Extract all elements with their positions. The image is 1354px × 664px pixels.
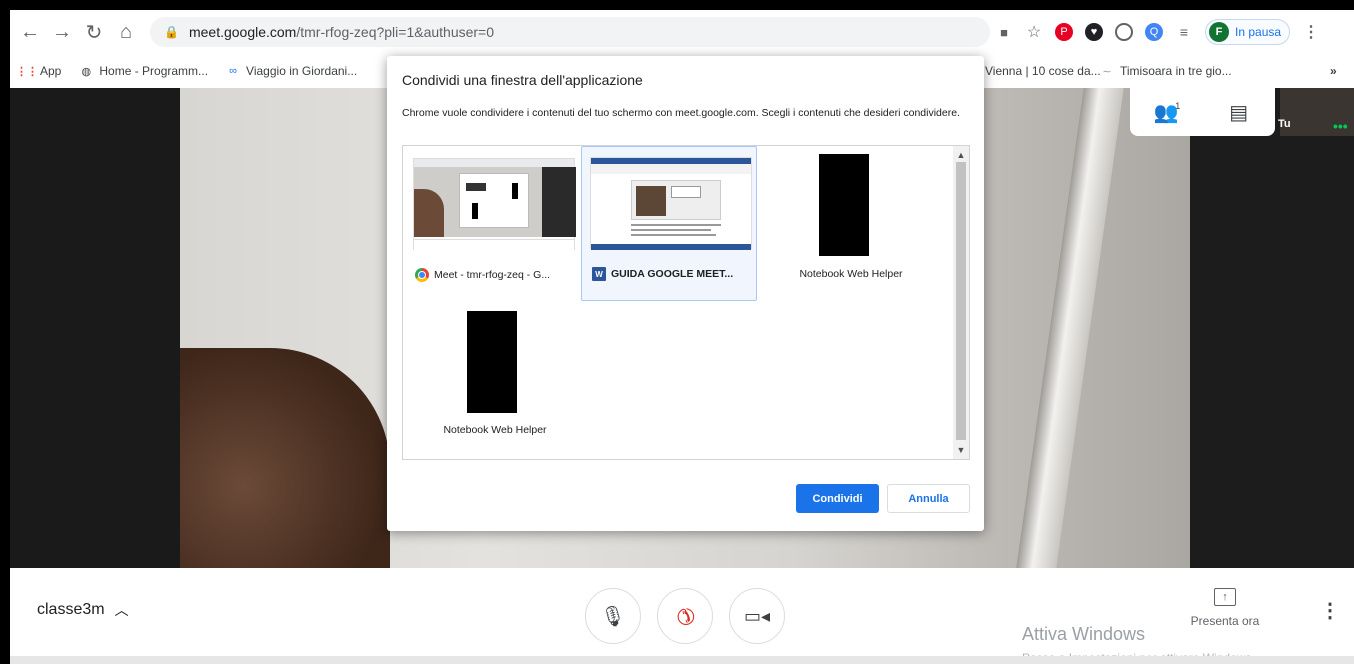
scroll-down-icon[interactable]: ▼ [953,443,969,457]
bookmark-label: Vienna | 10 cose da... [985,64,1101,78]
meeting-name: classe3m [37,601,105,618]
bookmark-label: App [40,64,62,78]
dialog-description: Chrome vuole condividere i contenuti del… [402,107,960,119]
window-tile-word[interactable]: W GUIDA GOOGLE MEET... [581,146,757,301]
word-icon: W [592,267,606,281]
window-thumbnail [590,157,752,250]
profile-status: In pausa [1235,25,1282,39]
self-label: Tu [1278,118,1291,130]
camera-icon[interactable]: ■ [995,23,1013,41]
self-options-icon[interactable]: ••• [1333,118,1348,134]
browser-toolbar: ← → ↻ ⌂ 🔒 meet.google.com/tmr-rfog-zeq?p… [10,10,1354,54]
video-camera-icon: ▭◂ [743,605,771,626]
circle-extension-icon[interactable] [1115,23,1133,41]
bookmark-label: Home - Programm... [99,64,209,78]
dialog-title: Condividi una finestra dell'applicazione [402,72,643,88]
window-label: Meet - tmr-rfog-zeq - G... [415,268,575,282]
url-path: /tmr-rfog-zeq?pli=1&authuser=0 [296,24,495,40]
window-tile-meet[interactable]: Meet - tmr-rfog-zeq - G... [405,148,581,303]
windows-activation-title: Attiva Windows [1022,624,1146,644]
apps-grid-icon: ⋮⋮ [16,65,38,78]
search-extension-icon[interactable]: Q [1145,23,1163,41]
microphone-button[interactable]: 🎙 [585,588,641,644]
pinterest-icon[interactable]: P [1055,23,1073,41]
link-icon: ∼ [1102,65,1112,78]
present-now-button[interactable]: ↑ Presenta ora [1180,588,1270,628]
people-button[interactable]: 👥 1 [1146,92,1186,132]
page-bottom-edge [10,656,1354,664]
reading-list-icon[interactable]: ≡ [1175,23,1193,41]
pocket-icon[interactable]: ♥ [1085,23,1103,41]
extensions-area: ■ ☆ P ♥ Q ≡ F In pausa ⋮ [995,18,1320,46]
bookmark-label: Timisoara in tre gio... [1120,64,1232,78]
window-label: W GUIDA GOOGLE MEET... [592,267,752,281]
bookmark-apps[interactable]: ⋮⋮ App [16,64,62,78]
scroll-thumb[interactable] [956,162,966,440]
participants-count: 1 [1175,101,1181,111]
hangup-button[interactable]: ✆ [657,588,713,644]
bookmark-timisoara[interactable]: ∼ Timisoara in tre gio... [1100,64,1232,78]
bookmark-label: Viaggio in Giordani... [246,64,358,78]
list-scrollbar[interactable]: ▲ ▼ [953,146,969,459]
meeting-details-button[interactable]: classe3m ︿ [37,600,129,620]
microphone-icon: 🎙 [600,605,626,628]
forward-icon[interactable]: → [48,18,76,46]
window-label: Notebook Web Helper [799,268,903,280]
chat-icon: ▤ [1229,101,1249,124]
window-thumbnail [413,158,576,251]
bookmark-vienna[interactable]: Vienna | 10 cose da... [985,64,1101,78]
lock-icon: 🔒 [164,25,179,39]
more-options-icon[interactable]: ⋮ [1320,598,1340,623]
url-host: meet.google.com [188,24,297,40]
back-icon[interactable]: ← [16,18,44,46]
chrome-icon [415,268,429,282]
camera-button[interactable]: ▭◂ [729,588,785,644]
scroll-up-icon[interactable]: ▲ [953,148,969,162]
cancel-button[interactable]: Annulla [887,484,970,513]
share-window-dialog: Condividi una finestra dell'applicazione… [387,56,984,531]
window-thumbnail [819,154,869,256]
share-button[interactable]: Condividi [796,484,879,513]
right-panel-background [1190,88,1354,568]
present-label: Presenta ora [1190,614,1260,628]
star-icon[interactable]: ☆ [1025,23,1043,41]
more-bookmarks-button[interactable]: » [1330,64,1337,78]
window-tile-notebook-1[interactable]: Notebook Web Helper [761,148,937,303]
reload-icon[interactable]: ↻ [80,18,108,46]
avatar: F [1209,22,1229,42]
call-top-panel: 👥 1 ▤ [1130,88,1275,136]
window-label: Notebook Web Helper [443,424,547,436]
profile-button[interactable]: F In pausa [1205,19,1291,45]
link-icon: ∞ [229,65,237,77]
address-bar[interactable]: 🔒 meet.google.com/tmr-rfog-zeq?pli=1&aut… [150,17,990,47]
meeting-controls-bar: classe3m ︿ 🎙 ✆ ▭◂ ↑ Presenta ora ⋮ Attiv… [10,568,1354,664]
bookmark-home[interactable]: ◍ Home - Programm... [79,64,209,78]
home-icon[interactable]: ⌂ [112,18,140,46]
phone-hangup-icon: ✆ [669,600,701,632]
window-tile-notebook-2[interactable]: Notebook Web Helper [405,304,581,459]
globe-icon: ◍ [81,65,92,78]
chat-button[interactable]: ▤ [1219,92,1259,132]
present-screen-icon: ↑ [1214,588,1236,606]
chevron-up-icon: ︿ [114,602,129,618]
chrome-menu-icon[interactable]: ⋮ [1302,23,1320,41]
window-list: Meet - tmr-rfog-zeq - G... W GUIDA GOOGL… [402,145,970,460]
window-thumbnail [467,311,517,413]
bookmark-viaggio[interactable]: ∞ Viaggio in Giordani... [226,64,357,78]
